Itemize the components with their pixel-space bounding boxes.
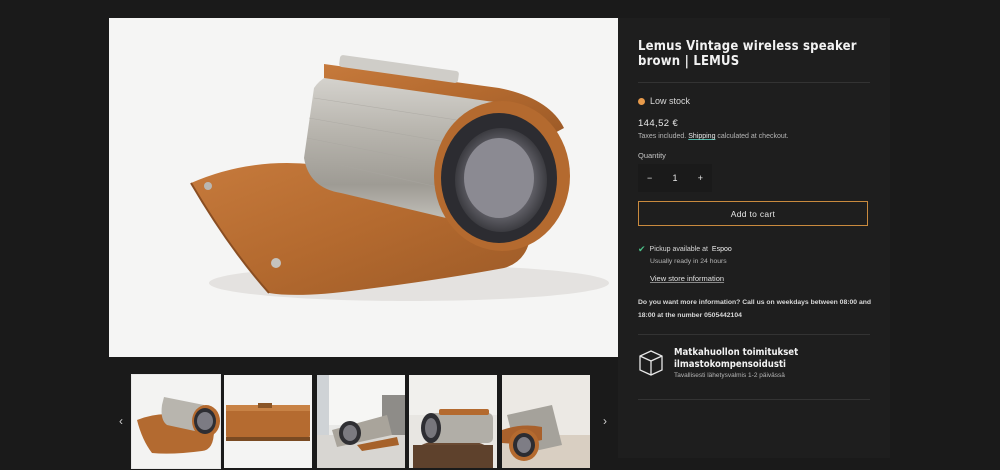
taxes-prefix: Taxes included.: [638, 133, 687, 140]
thumbnail-1[interactable]: [131, 374, 221, 469]
product-title: Lemus Vintage wireless speaker brown | L…: [638, 39, 857, 69]
delivery-title: Matkahuollon toimitukset ilmastokompenso…: [674, 347, 799, 370]
add-to-cart-button[interactable]: Add to cart: [638, 201, 868, 226]
stock-dot-icon: [638, 97, 645, 105]
stock-status: Low stock: [638, 96, 690, 106]
pickup-availability: ✔ Pickup available at Espoo: [638, 244, 732, 255]
thumbnail-gallery: ‹ ›: [109, 374, 618, 470]
quantity-value[interactable]: 1: [672, 173, 677, 183]
thumbnail-5[interactable]: [502, 375, 590, 468]
thumbnail-3[interactable]: [317, 375, 405, 468]
pickup-ready-time: Usually ready in 24 hours: [650, 258, 727, 265]
delivery-info: Matkahuollon toimitukset ilmastokompenso…: [638, 347, 870, 387]
product-price: 144,52 €: [638, 118, 679, 129]
thumbnail-2[interactable]: [224, 375, 312, 468]
stock-label: Low stock: [650, 96, 691, 106]
main-product-image[interactable]: [109, 18, 618, 357]
shipping-link[interactable]: Shipping: [688, 133, 715, 140]
taxes-suffix: calculated at checkout.: [717, 133, 789, 140]
taxes-note: Taxes included. Shipping calculated at c…: [638, 133, 789, 140]
divider: [638, 82, 870, 83]
check-icon: ✔: [638, 244, 646, 254]
thumbnail-next-arrow[interactable]: ›: [598, 413, 612, 429]
thumbnail-prev-arrow[interactable]: ‹: [114, 413, 128, 429]
divider: [638, 399, 870, 400]
view-store-information-link[interactable]: View store information: [650, 274, 724, 283]
quantity-increment-button[interactable]: +: [698, 173, 703, 183]
contact-info: Do you want more information? Call us on…: [638, 299, 872, 319]
thumbnail-4[interactable]: [409, 375, 497, 468]
product-info-panel: Lemus Vintage wireless speaker brown | L…: [618, 18, 890, 458]
quantity-stepper: − 1 +: [638, 164, 712, 192]
quantity-label: Quantity: [638, 151, 666, 160]
quantity-decrement-button[interactable]: −: [647, 173, 652, 183]
divider: [638, 334, 870, 335]
pickup-location: Espoo: [711, 246, 732, 253]
box-icon: [639, 350, 663, 376]
pickup-prefix: Pickup available at: [649, 246, 708, 253]
delivery-subtitle: Tavallisesti lähetysvalmis 1-2 päivässä: [674, 372, 785, 379]
